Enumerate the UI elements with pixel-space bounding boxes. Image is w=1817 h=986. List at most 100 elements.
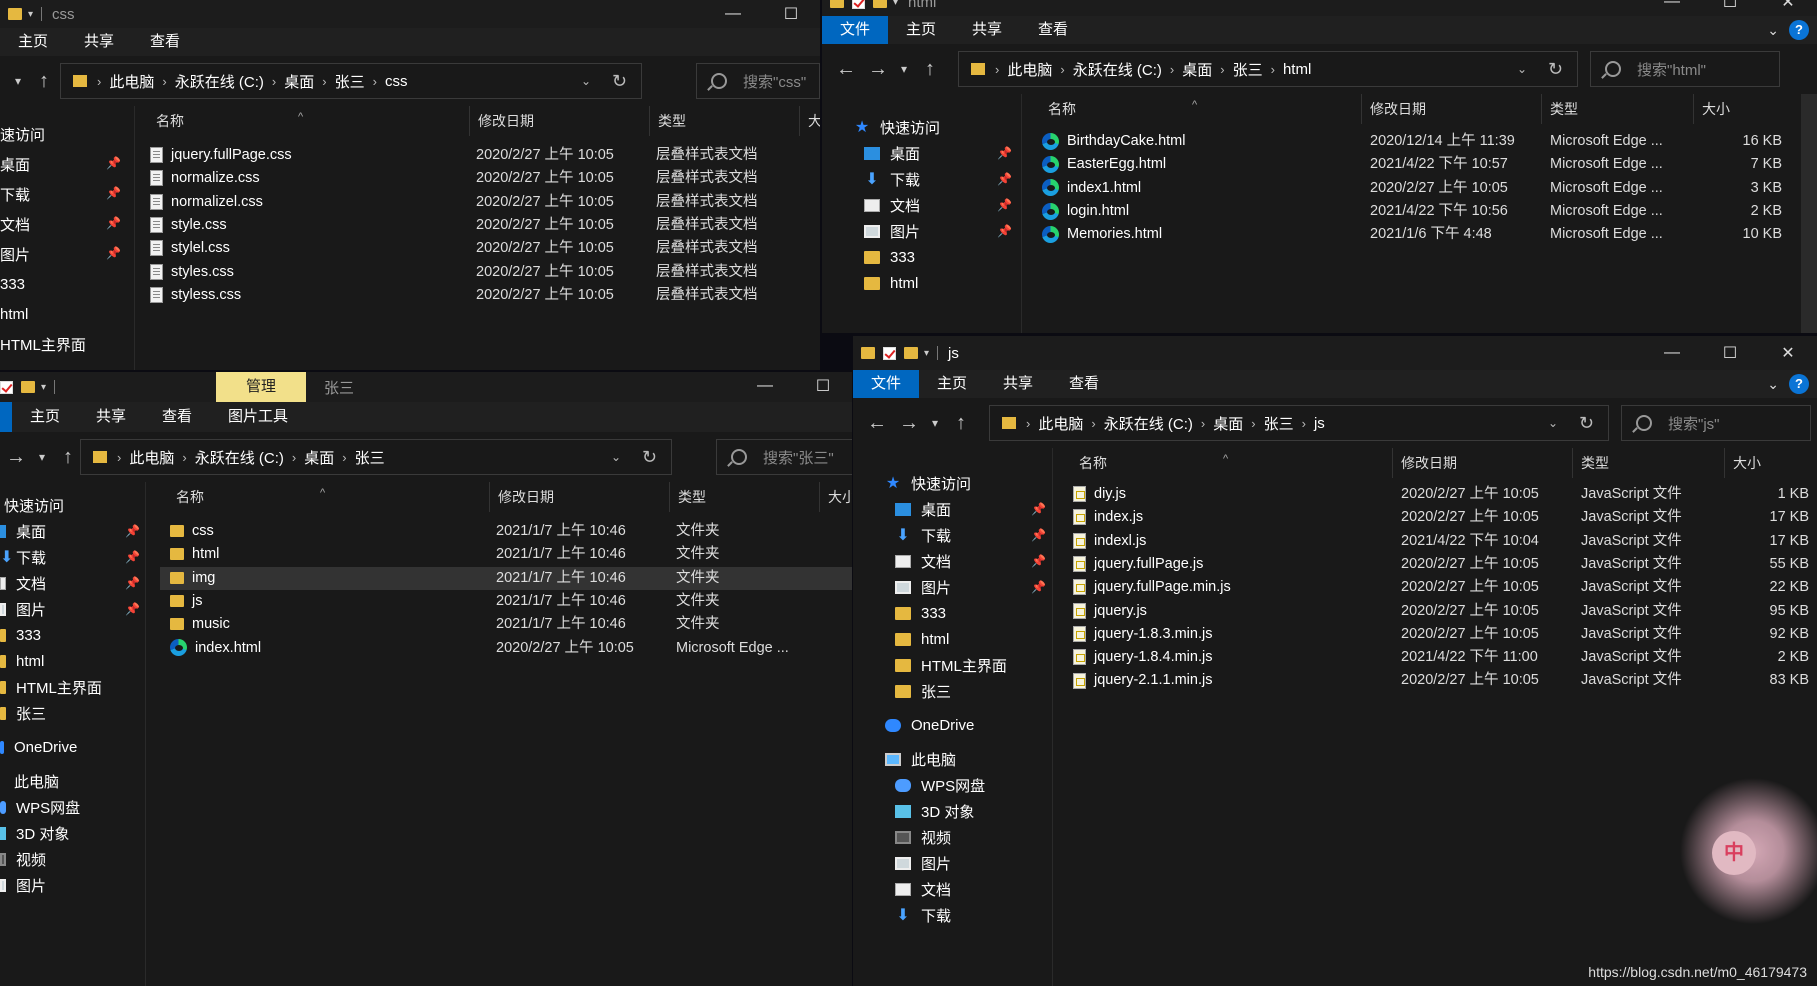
nav-onedrive[interactable]: OneDrive [0,734,77,760]
nav-html-main[interactable]: HTML主界面 [895,652,1007,678]
nav-downloads-pc[interactable]: ⬇ 下载 [895,902,951,928]
nav-quick-access[interactable]: 快速访问 [0,492,64,518]
column-type[interactable]: 类型 [1573,448,1725,478]
tab-manage[interactable]: 管理 [216,372,307,402]
nav-downloads[interactable]: ⬇ 下载 [0,544,46,570]
maximize-button[interactable]: ☐ [1701,343,1759,363]
nav-videos[interactable]: 视频 [895,824,951,850]
nav-documents[interactable]: 文档 [0,570,46,596]
refresh-icon[interactable]: ↻ [1579,413,1594,434]
nav-333[interactable]: 333 [0,622,41,648]
file-row[interactable]: css 2021/1/7 上午 10:46 文件夹 [160,520,852,543]
chevron-down-icon[interactable]: ⌄ [1767,22,1779,39]
nav-downloads[interactable]: ⬇ 下载 [895,522,951,548]
file-row[interactable]: login.html 2021/4/22 下午 10:56 Microsoft Ed… [1032,200,1790,223]
up-button[interactable]: ↑ [914,58,946,81]
tab-view[interactable]: 查看 [1020,16,1086,44]
nav-videos[interactable]: 视频 [0,846,46,872]
nav-quick-access[interactable]: 速访问 [0,121,45,147]
tab-home[interactable]: 主页 [0,28,66,56]
nav-desktop[interactable]: 桌面 [0,518,46,544]
column-date[interactable]: 修改日期 [1393,448,1573,478]
breadcrumb-html[interactable]: html [1283,61,1311,78]
breadcrumb-zhangsan[interactable]: 张三 [335,71,365,92]
nav-downloads[interactable]: 下载 [0,181,30,207]
back-button[interactable]: ← [830,58,862,81]
address-bar[interactable]: › 此电脑 › 永跃在线 (C:) › 桌面 › 张三 › html ⌄ ↻ [958,51,1578,87]
nav-wps[interactable]: WPS网盘 [0,794,80,820]
search-box[interactable]: 搜索"js" [1621,405,1811,441]
file-row[interactable]: jquery.js 2020/2/27 上午 10:05 JavaScript 文件… [1063,600,1817,623]
nav-333[interactable]: 333 [0,271,25,297]
file-row[interactable]: diy.js 2020/2/27 上午 10:05 JavaScript 文件 1 K… [1063,483,1817,506]
breadcrumb-drive[interactable]: 永跃在线 (C:) [1073,59,1162,80]
address-dropdown-icon[interactable]: ⌄ [611,450,621,464]
minimize-button[interactable]: — [736,377,794,395]
chevron-down-icon[interactable]: ⌄ [1767,376,1779,393]
nav-this-pc[interactable]: 此电脑 [0,768,59,794]
tab-home[interactable]: 主页 [12,403,78,431]
address-dropdown-icon[interactable]: ⌄ [1548,416,1558,430]
breadcrumb-desktop[interactable]: 桌面 [304,447,334,468]
quick-access-dropdown[interactable]: ▾ [28,9,33,20]
recent-locations-icon[interactable]: ▾ [894,62,914,76]
column-date[interactable]: 修改日期 [1362,94,1542,124]
file-row[interactable]: EasterEgg.html 2021/4/22 下午 10:57 Microsof… [1032,153,1790,176]
recent-locations-icon[interactable]: ▾ [32,450,52,464]
tab-share[interactable]: 共享 [66,28,132,56]
file-row[interactable]: style.css 2020/2/27 上午 10:05 层叠样式表文档 [140,214,820,237]
tab-view[interactable]: 查看 [1051,370,1117,398]
tab-share[interactable]: 共享 [985,370,1051,398]
breadcrumb-pc[interactable]: 此电脑 [129,447,174,468]
tab-share[interactable]: 共享 [78,403,144,431]
recent-locations-icon[interactable]: ▾ [925,416,945,430]
tab-file[interactable] [0,402,12,432]
tab-view[interactable]: 查看 [144,403,210,431]
file-row[interactable]: indexl.js 2021/4/22 下午 10:04 JavaScript 文件… [1063,530,1817,553]
nav-this-pc[interactable]: 此电脑 [885,746,956,772]
nav-html[interactable]: html [0,301,28,327]
file-row[interactable]: img 2021/1/7 上午 10:46 文件夹 [160,566,852,590]
file-row[interactable]: BirthdayCake.html 2020/12/14 上午 11:39 Micr… [1032,130,1790,153]
breadcrumb-drive[interactable]: 永跃在线 (C:) [175,71,264,92]
maximize-button[interactable]: ☐ [762,4,820,24]
nav-pictures[interactable]: 图片 [864,218,920,244]
nav-documents[interactable]: 文档 [0,211,30,237]
nav-documents[interactable]: 文档 [864,192,920,218]
forward-button[interactable]: → [0,446,32,469]
nav-pictures-pc[interactable]: 图片 [895,850,951,876]
nav-html[interactable]: html [895,626,949,652]
nav-documents-pc[interactable]: 文档 [895,876,951,902]
nav-zhangsan[interactable]: 张三 [0,700,46,726]
breadcrumb-zhangsan[interactable]: 张三 [1264,413,1294,434]
breadcrumb-zhangsan[interactable]: 张三 [1233,59,1263,80]
file-row[interactable]: jquery.fullPage.min.js 2020/2/27 上午 10:05… [1063,576,1817,599]
column-name[interactable]: 名称 ^ [1032,94,1362,124]
maximize-button[interactable]: ☐ [794,376,852,396]
file-row[interactable]: jquery-1.8.3.min.js 2020/2/27 上午 10:05 Jav… [1063,623,1817,646]
nav-zhangsan[interactable]: 张三 [895,678,951,704]
nav-pictures[interactable]: 图片 [0,596,46,622]
breadcrumb-pc[interactable]: 此电脑 [1038,413,1083,434]
nav-pictures[interactable]: 图片 [895,574,951,600]
nav-desktop[interactable]: 桌面 [864,140,920,166]
close-button[interactable]: ✕ [1759,0,1817,12]
tab-share[interactable]: 共享 [954,16,1020,44]
column-type[interactable]: 类型 [650,106,800,136]
column-size[interactable]: 大小 [820,482,852,512]
breadcrumb-desktop[interactable]: 桌面 [1213,413,1243,434]
search-box[interactable]: 搜索"css" [696,63,820,99]
file-row[interactable]: html 2021/1/7 上午 10:46 文件夹 [160,543,852,566]
column-type[interactable]: 类型 [670,482,820,512]
file-row[interactable]: js 2021/1/7 上午 10:46 文件夹 [160,590,852,613]
quick-access-dropdown[interactable]: ▾ [41,382,46,393]
close-button[interactable]: ✕ [1759,343,1817,363]
breadcrumb-drive[interactable]: 永跃在线 (C:) [1104,413,1193,434]
address-bar[interactable]: › 此电脑 › 永跃在线 (C:) › 桌面 › 张三 › css ⌄ ↻ [60,63,642,99]
nav-333[interactable]: 333 [864,244,915,270]
breadcrumb-js[interactable]: js [1314,415,1325,432]
nav-onedrive[interactable]: OneDrive [885,712,974,738]
file-row[interactable]: jquery-1.8.4.min.js 2021/4/22 下午 11:00 Jav… [1063,646,1817,669]
minimize-button[interactable]: — [1643,344,1701,362]
column-date[interactable]: 修改日期 [490,482,670,512]
